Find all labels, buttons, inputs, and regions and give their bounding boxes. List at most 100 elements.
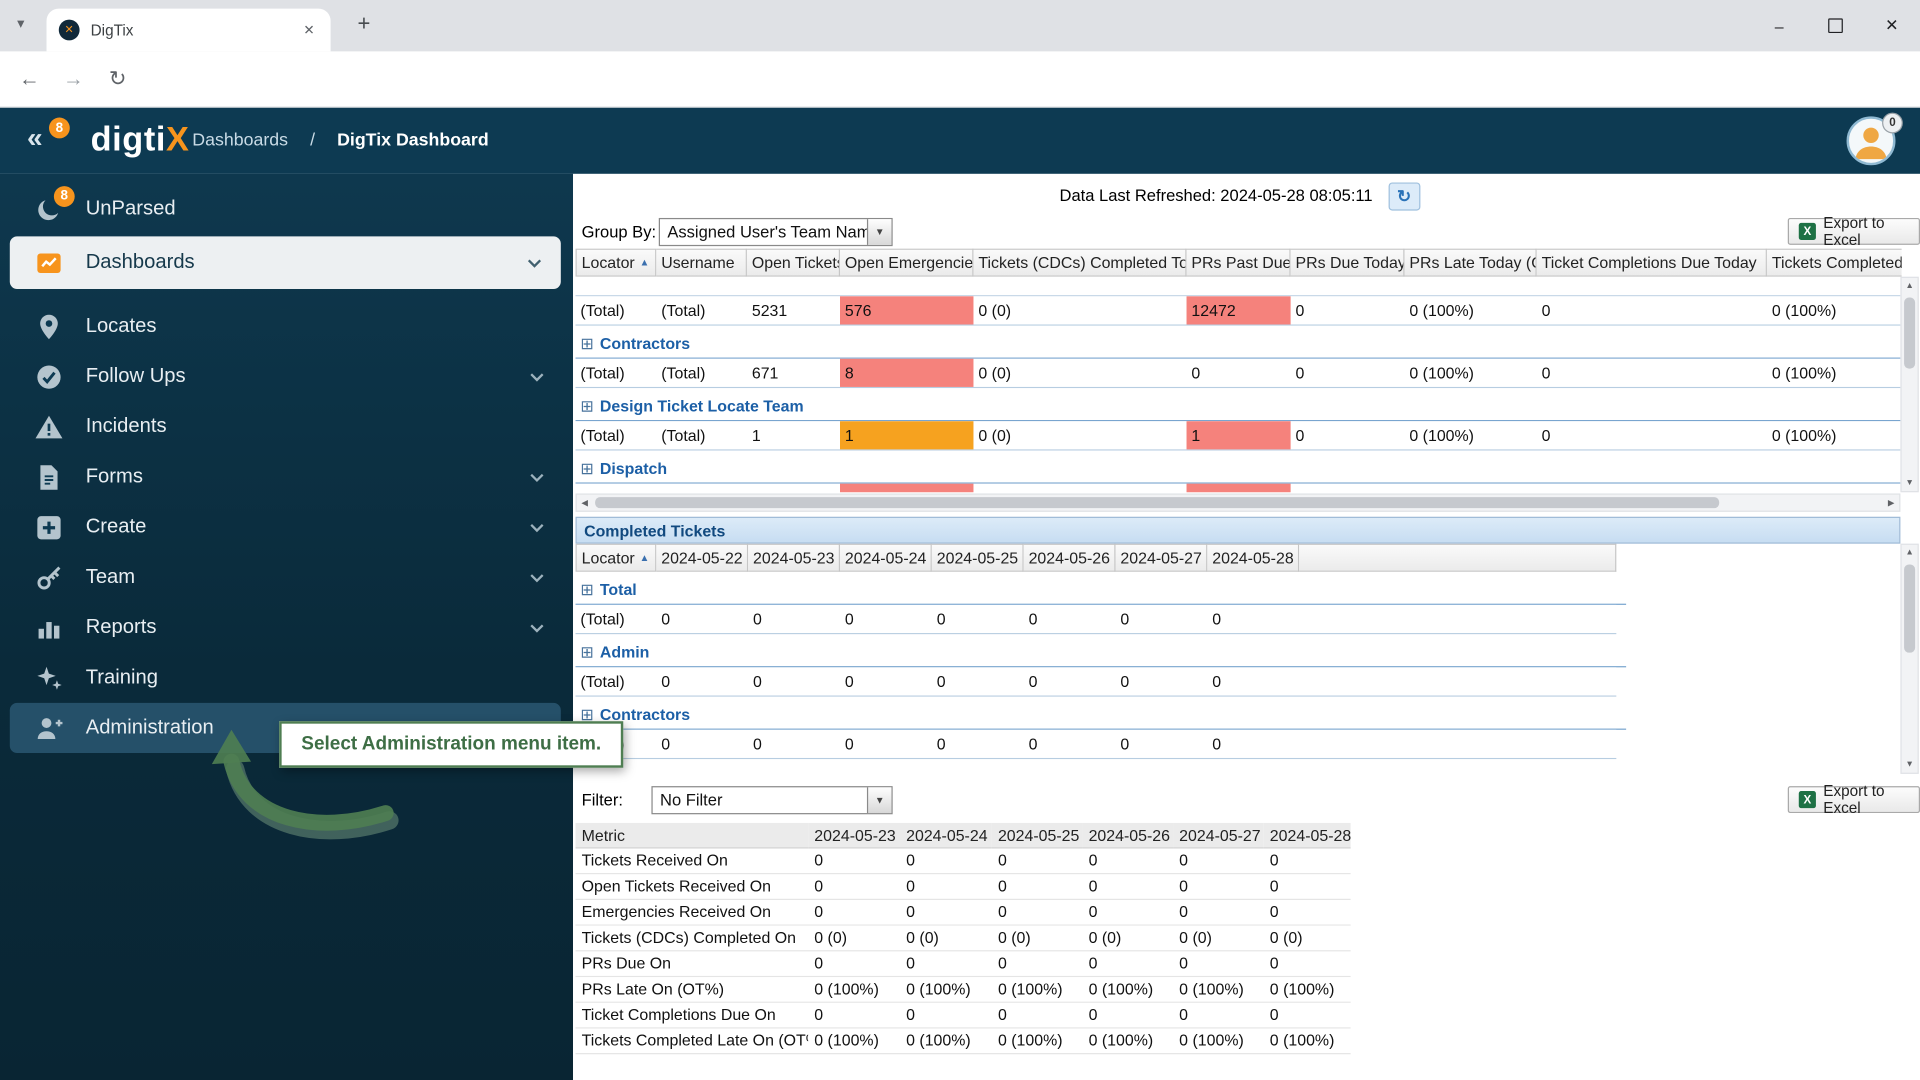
tab-list-chevron-icon[interactable]: ▾ [17, 15, 24, 32]
chevron-down-icon[interactable] [528, 367, 546, 385]
column-header-2024-05-25[interactable]: 2024-05-25 [992, 823, 1083, 849]
window-minimize-button[interactable]: – [1751, 0, 1807, 51]
column-header-tickets-completed-late[interactable]: Tickets Completed Late [1767, 249, 1902, 277]
sidebar-item-create[interactable]: Create [0, 502, 573, 552]
scroll-thumb[interactable] [1904, 298, 1915, 369]
column-header-username[interactable]: Username [656, 249, 747, 277]
group-by-select[interactable]: Assigned User's Team Name ▼ [659, 218, 893, 246]
cell: Tickets Received On [576, 849, 809, 873]
sidebar-item-incidents[interactable]: Incidents [0, 402, 573, 452]
sidebar-item-dashboards[interactable]: Dashboards [10, 236, 561, 289]
cell: 0 [1082, 849, 1173, 873]
column-header-prs-due-today[interactable]: PRs Due Today [1291, 249, 1405, 277]
column-header-2024-05-25[interactable]: 2024-05-25 [932, 544, 1024, 572]
column-header-locator[interactable]: Locator▲ [576, 249, 657, 277]
digtix-logo[interactable]: digtiX [91, 120, 190, 159]
table-row: Tickets (CDCs) Completed On0 (0)0 (0)0 (… [576, 926, 1351, 952]
column-header-2024-05-28[interactable]: 2024-05-28 [1264, 823, 1351, 849]
expand-group-icon[interactable]: ⊞ [580, 769, 593, 772]
expand-group-icon[interactable]: ⊞ [580, 335, 593, 353]
expand-group-icon[interactable]: ⊞ [580, 581, 593, 599]
column-header-prs-past-due[interactable]: PRs Past Due [1187, 249, 1291, 277]
column-header-2024-05-24[interactable]: 2024-05-24 [900, 823, 992, 849]
team-table-horizontal-scrollbar[interactable]: ◀ ▶ [576, 493, 1901, 511]
completed-table-header: Locator▲2024-05-222024-05-232024-05-2420… [576, 544, 1901, 572]
column-header-metric[interactable]: Metric [576, 823, 809, 849]
browser-tab-bar: ▾ ✕ DigTix ✕ + – ✕ [0, 0, 1920, 51]
dropdown-arrow-icon[interactable]: ▼ [867, 219, 891, 245]
sidebar-item-team[interactable]: Team [0, 552, 573, 602]
window-maximize-button[interactable] [1807, 0, 1863, 51]
table-row: (Total)0000000 [576, 605, 1617, 634]
cell: 0 [840, 667, 932, 695]
column-header-locator[interactable]: Locator▲ [576, 544, 657, 572]
filter-select[interactable]: No Filter ▼ [651, 786, 892, 814]
column-header-2024-05-23[interactable]: 2024-05-23 [808, 823, 900, 849]
browser-tab[interactable]: ✕ DigTix ✕ [47, 9, 331, 52]
forward-button[interactable]: → [54, 51, 93, 107]
completed-table-body: ⊞Total(Total)0000000⊞Admin(Total)0000000… [576, 572, 1901, 772]
column-header-2024-05-27[interactable]: 2024-05-27 [1116, 544, 1208, 572]
table-row: (Total)(Total)67180 (0)000 (100%)00 (100… [576, 359, 1901, 388]
tab-close-icon[interactable]: ✕ [300, 18, 319, 41]
scroll-down-icon[interactable]: ▼ [1902, 757, 1918, 773]
team-table-vertical-scrollbar[interactable]: ▲ ▼ [1900, 277, 1918, 493]
scroll-up-icon[interactable]: ▲ [1902, 278, 1918, 294]
cell: 0 [808, 849, 900, 873]
screen: ▾ ✕ DigTix ✕ + – ✕ ← → ↻ demo.digtix.com… [0, 0, 1920, 1080]
expand-group-icon[interactable]: ⊞ [580, 644, 593, 662]
column-header-ticket-completions-due-today[interactable]: Ticket Completions Due Today [1537, 249, 1767, 277]
scroll-up-icon[interactable]: ▲ [1902, 545, 1918, 561]
chevron-down-icon[interactable] [528, 518, 546, 536]
column-header-open-tickets[interactable]: Open Tickets [747, 249, 840, 277]
scroll-thumb[interactable] [1904, 564, 1915, 652]
column-header-2024-05-22[interactable]: 2024-05-22 [656, 544, 748, 572]
cell: 0 [1082, 1003, 1173, 1027]
sidebar-item-unparsed[interactable]: 8 UnParsed [0, 184, 573, 234]
cell: 12472 [1187, 296, 1291, 324]
column-header-prs-late-today-ot[interactable]: PRs Late Today (OT%) [1404, 249, 1536, 277]
export-to-excel-button[interactable]: X Export to Excel [1788, 218, 1920, 245]
column-header-2024-05-28[interactable]: 2024-05-28 [1207, 544, 1299, 572]
key-icon [34, 563, 63, 592]
scroll-down-icon[interactable]: ▼ [1902, 475, 1918, 491]
column-header-open-emergencies[interactable]: Open Emergencies [840, 249, 973, 277]
cell: 0 (100%) [900, 977, 992, 1001]
reload-button[interactable]: ↻ [98, 51, 137, 107]
sidebar-item-follow-ups[interactable]: Follow Ups [0, 351, 573, 401]
sidebar-collapse-icon[interactable]: « [27, 121, 43, 154]
sidebar-item-locates[interactable]: Locates [0, 301, 573, 351]
export-label: Export to Excel [1823, 782, 1909, 816]
dropdown-arrow-icon[interactable]: ▼ [867, 787, 891, 813]
export-to-excel-button[interactable]: X Export to Excel [1788, 786, 1920, 813]
cell: PRs Late On (OT%) [576, 977, 809, 1001]
breadcrumb: Dashboards / DigTix Dashboard [192, 131, 488, 151]
chevron-down-icon[interactable] [528, 568, 546, 586]
completed-table-vertical-scrollbar[interactable]: ▲ ▼ [1900, 544, 1918, 774]
chevron-down-icon[interactable] [528, 618, 546, 636]
chevron-down-icon[interactable] [528, 468, 546, 486]
window-close-button[interactable]: ✕ [1864, 0, 1920, 51]
scroll-left-icon[interactable]: ◀ [577, 495, 593, 511]
breadcrumb-dashboards[interactable]: Dashboards [192, 131, 288, 151]
sidebar-item-reports[interactable]: Reports [0, 602, 573, 652]
cell: 0 [1116, 605, 1208, 633]
column-header-2024-05-26[interactable]: 2024-05-26 [1082, 823, 1173, 849]
column-header-2024-05-26[interactable]: 2024-05-26 [1024, 544, 1116, 572]
column-header-2024-05-27[interactable]: 2024-05-27 [1173, 823, 1264, 849]
sidebar-item-training[interactable]: Training [0, 653, 573, 703]
column-header-tickets-cdcs-completed-today[interactable]: Tickets (CDCs) Completed Today [973, 249, 1186, 277]
column-header-2024-05-23[interactable]: 2024-05-23 [748, 544, 840, 572]
expand-group-icon[interactable]: ⊞ [580, 460, 593, 478]
column-header-2024-05-24[interactable]: 2024-05-24 [840, 544, 932, 572]
chevron-down-icon[interactable] [525, 253, 543, 271]
scroll-right-icon[interactable]: ▶ [1883, 495, 1899, 511]
sidebar-item-forms[interactable]: Forms [0, 452, 573, 502]
cell: 0 [1173, 951, 1264, 975]
column-header-blank[interactable] [1299, 544, 1616, 572]
scroll-thumb[interactable] [595, 497, 1719, 508]
back-button[interactable]: ← [10, 51, 49, 107]
new-tab-button[interactable]: + [358, 11, 371, 37]
expand-group-icon[interactable]: ⊞ [580, 398, 593, 416]
refresh-button[interactable]: ↻ [1388, 182, 1420, 210]
